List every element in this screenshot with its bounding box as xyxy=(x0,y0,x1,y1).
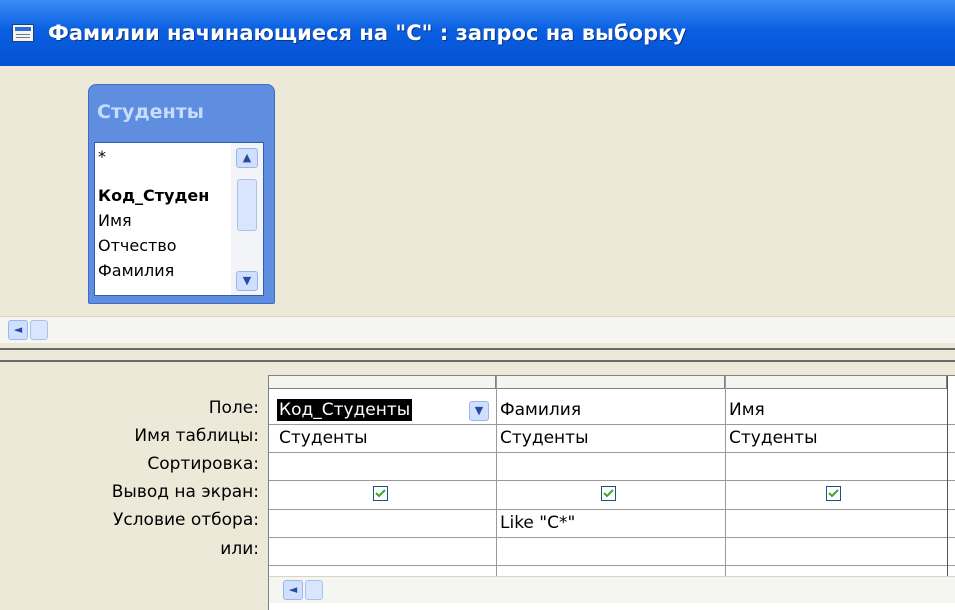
row-label-criteria: Условие отбора: xyxy=(112,510,259,530)
table-cell-2[interactable]: Студенты xyxy=(500,427,589,449)
chevron-down-icon[interactable]: ▼ xyxy=(469,401,489,421)
grid-row-line xyxy=(269,509,955,510)
field-cell-3[interactable]: Имя xyxy=(729,399,765,421)
grid-row-line xyxy=(269,452,955,453)
show-checkbox-2[interactable] xyxy=(601,486,616,501)
row-label-field: Поле: xyxy=(208,398,259,418)
scroll-up-icon[interactable]: ▲ xyxy=(236,148,258,168)
grid-row-line xyxy=(269,537,955,538)
checkmark-icon xyxy=(828,489,839,498)
grid-column-line xyxy=(496,376,497,576)
query-window-icon[interactable] xyxy=(12,24,34,42)
row-label-show: Вывод на экран: xyxy=(111,482,259,502)
checkmark-icon xyxy=(375,489,386,498)
hscroll-thumb[interactable] xyxy=(30,320,48,340)
column-selector-2[interactable] xyxy=(496,376,725,389)
criteria-cell-2[interactable]: Like "С*" xyxy=(500,512,575,534)
scroll-left-icon[interactable]: ◄ xyxy=(8,320,28,340)
table-list-title[interactable]: Студенты xyxy=(97,101,204,123)
checkmark-icon xyxy=(603,489,614,498)
show-checkbox-3[interactable] xyxy=(826,486,841,501)
grid-row-line xyxy=(269,424,955,425)
hscroll-thumb[interactable] xyxy=(305,580,323,600)
show-checkbox-1[interactable] xyxy=(373,486,388,501)
title-bar: Фамилии начинающиеся на "С" : запрос на … xyxy=(0,0,955,66)
column-selector-3[interactable] xyxy=(725,376,947,389)
field-item-imya[interactable]: Имя xyxy=(98,210,132,232)
grid-column-line xyxy=(725,376,726,576)
field-list[interactable]: * Код_Студен Имя Отчество Фамилия ▲ ▼ xyxy=(94,142,264,296)
field-cell-2[interactable]: Фамилия xyxy=(500,399,581,421)
row-label-table: Имя таблицы: xyxy=(134,426,259,446)
row-label-sort: Сортировка: xyxy=(147,454,259,474)
field-item-all[interactable]: * xyxy=(98,146,106,168)
window-title: Фамилии начинающиеся на "С" : запрос на … xyxy=(48,21,687,45)
field-cell-1[interactable]: Код_Студенты xyxy=(277,399,413,421)
scroll-left-icon[interactable]: ◄ xyxy=(283,580,303,600)
pane-splitter[interactable] xyxy=(0,348,955,362)
grid-hscrollbar[interactable]: ◄ xyxy=(269,576,955,603)
grid-row-line xyxy=(269,565,955,566)
grid-column-line xyxy=(947,376,948,576)
column-selector-1[interactable] xyxy=(269,376,496,389)
field-list-scrollbar[interactable]: ▲ ▼ xyxy=(231,143,263,295)
field-item-kod-studenta[interactable]: Код_Студен xyxy=(98,185,209,207)
field-item-otchestvo[interactable]: Отчество xyxy=(98,235,177,257)
scroll-down-icon[interactable]: ▼ xyxy=(236,271,258,291)
grid-row-line xyxy=(269,480,955,481)
query-design-grid[interactable]: Код_Студенты ▼ Студенты Фамилия Студенты… xyxy=(268,375,955,610)
field-item-familiya[interactable]: Фамилия xyxy=(98,260,174,282)
table-cell-3[interactable]: Студенты xyxy=(729,427,818,449)
row-label-or: или: xyxy=(220,539,259,559)
scroll-thumb[interactable] xyxy=(237,179,257,231)
table-pane-hscrollbar[interactable]: ◄ xyxy=(0,316,955,343)
table-cell-1[interactable]: Студенты xyxy=(279,427,368,449)
